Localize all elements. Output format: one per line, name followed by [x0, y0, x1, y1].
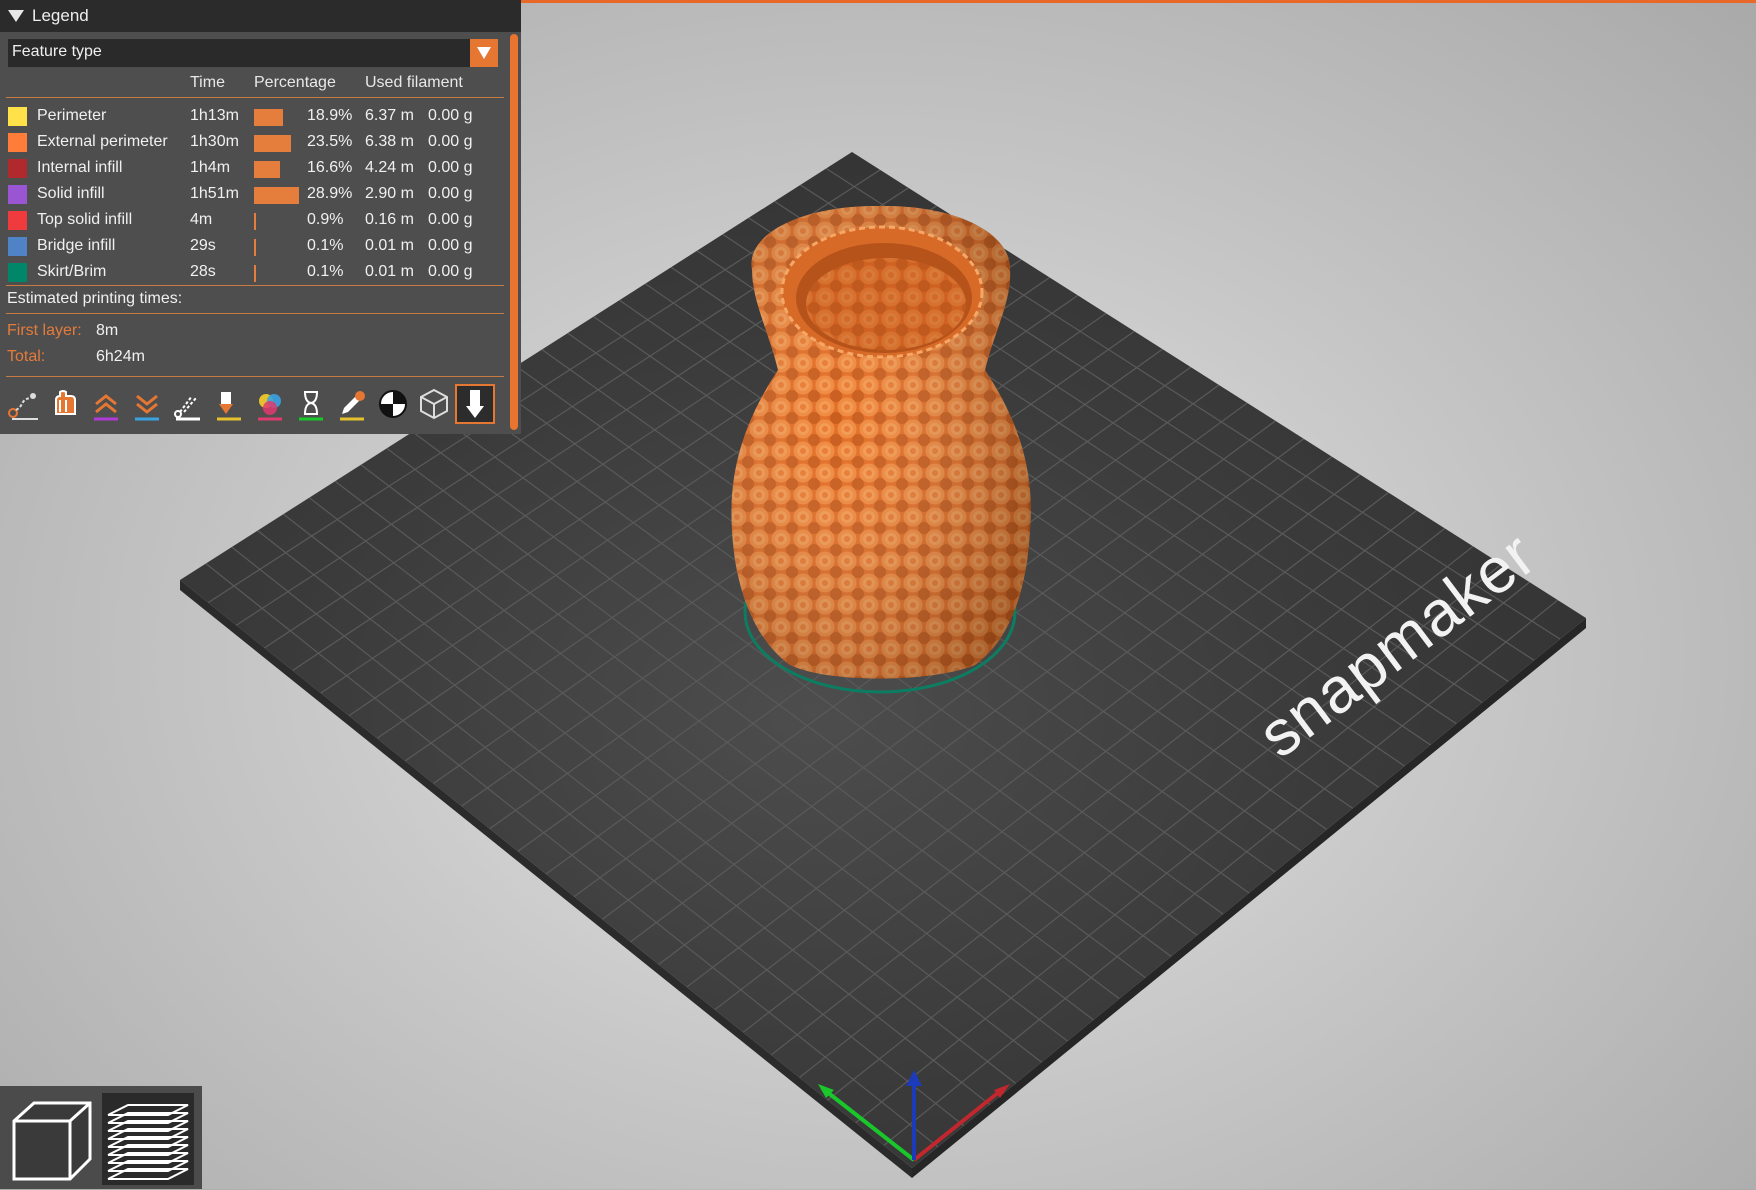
percentage-bar	[254, 213, 256, 230]
first-layer-value: 8m	[96, 322, 119, 339]
feature-percentage: 0.1%	[307, 237, 344, 254]
feature-weight: 0.00 g	[428, 159, 473, 176]
color-swatch	[8, 159, 27, 178]
feature-name: Perimeter	[37, 107, 107, 124]
color-swatch	[8, 133, 27, 152]
color-changes-icon[interactable]	[252, 386, 288, 422]
color-swatch	[8, 211, 27, 230]
feature-length: 0.16 m	[365, 211, 414, 228]
col-header-percentage: Percentage	[254, 74, 336, 91]
percentage-bar	[254, 239, 256, 256]
shells-icon[interactable]	[416, 386, 452, 422]
view-type-value: Feature type	[12, 43, 102, 60]
feature-time: 28s	[190, 263, 216, 280]
feature-length: 6.38 m	[365, 133, 414, 150]
travel-icon[interactable]	[6, 386, 42, 422]
retractions-icon[interactable]	[88, 386, 124, 422]
feature-name: Solid infill	[37, 185, 105, 202]
color-swatch	[8, 107, 27, 126]
divider	[6, 285, 504, 286]
feature-weight: 0.00 g	[428, 263, 473, 280]
col-header-used-filament: Used filament	[365, 74, 463, 91]
custom-gcode-icon[interactable]	[334, 386, 370, 422]
legend-header[interactable]: Legend	[0, 0, 521, 32]
collapse-triangle-icon[interactable]	[8, 10, 24, 22]
feature-name: Skirt/Brim	[37, 263, 107, 280]
first-layer-label: First layer:	[7, 322, 82, 339]
legend-row[interactable]: External perimeter 1h30m 23.5% 6.38 m 0.00 g	[0, 130, 510, 156]
feature-weight: 0.00 g	[428, 237, 473, 254]
feature-length: 2.90 m	[365, 185, 414, 202]
legend-row[interactable]: Bridge infill 29s 0.1% 0.01 m 0.00 g	[0, 234, 510, 260]
feature-time: 4m	[190, 211, 213, 228]
seams-icon[interactable]	[170, 386, 206, 422]
legend-scrollbar[interactable]	[510, 34, 518, 430]
tool-changes-icon[interactable]	[211, 386, 247, 422]
total-value: 6h24m	[96, 348, 145, 365]
legend-row[interactable]: Skirt/Brim 28s 0.1% 0.01 m 0.00 g	[0, 260, 510, 286]
legend-row[interactable]: Internal infill 1h4m 16.6% 4.24 m 0.00 g	[0, 156, 510, 182]
feature-length: 0.01 m	[365, 237, 414, 254]
preview-layers-icon[interactable]	[102, 1093, 194, 1185]
estimated-times-label: Estimated printing times:	[7, 290, 183, 307]
percentage-bar	[254, 187, 299, 204]
feature-name: External perimeter	[37, 133, 168, 150]
feature-name: Internal infill	[37, 159, 123, 176]
dropdown-button[interactable]	[470, 39, 498, 67]
feature-length: 0.01 m	[365, 263, 414, 280]
legend-title: Legend	[32, 6, 89, 25]
feature-length: 4.24 m	[365, 159, 414, 176]
pause-prints-icon[interactable]	[293, 386, 329, 422]
feature-name: Top solid infill	[37, 211, 133, 228]
total-label: Total:	[7, 348, 46, 365]
feature-time: 29s	[190, 237, 216, 254]
vase-model	[731, 205, 1031, 679]
view-type-select[interactable]: Feature type	[8, 39, 498, 67]
color-swatch	[8, 263, 27, 282]
divider	[6, 376, 504, 377]
percentage-bar	[254, 109, 283, 126]
feature-weight: 0.00 g	[428, 133, 473, 150]
feature-name: Bridge infill	[37, 237, 116, 254]
col-header-time: Time	[190, 74, 225, 91]
percentage-bar	[254, 265, 256, 282]
feature-percentage: 0.1%	[307, 263, 344, 280]
wipe-icon[interactable]	[47, 386, 83, 422]
divider	[6, 97, 504, 98]
feature-weight: 0.00 g	[428, 211, 473, 228]
tool-marker-icon[interactable]	[455, 384, 495, 424]
feature-weight: 0.00 g	[428, 107, 473, 124]
color-swatch	[8, 237, 27, 256]
feature-time: 1h13m	[190, 107, 239, 124]
3d-view-icon[interactable]	[4, 1093, 96, 1185]
feature-percentage: 18.9%	[307, 107, 353, 124]
percentage-bar	[254, 161, 280, 178]
color-swatch	[8, 185, 27, 204]
legend-row[interactable]: Perimeter 1h13m 18.9% 6.37 m 0.00 g	[0, 104, 510, 130]
feature-length: 6.37 m	[365, 107, 414, 124]
view-switcher	[0, 1086, 202, 1189]
feature-percentage: 16.6%	[307, 159, 353, 176]
feature-percentage: 23.5%	[307, 133, 353, 150]
feature-time: 1h30m	[190, 133, 239, 150]
chevron-down-icon	[477, 47, 491, 59]
feature-weight: 0.00 g	[428, 185, 473, 202]
deretractions-icon[interactable]	[129, 386, 165, 422]
cog-icon[interactable]	[375, 386, 411, 422]
feature-percentage: 0.9%	[307, 211, 344, 228]
feature-time: 1h4m	[190, 159, 231, 176]
legend-panel: Legend Feature type Time Percentage Used…	[0, 0, 521, 434]
feature-time: 1h51m	[190, 185, 239, 202]
legend-row[interactable]: Solid infill 1h51m 28.9% 2.90 m 0.00 g	[0, 182, 510, 208]
percentage-bar	[254, 135, 291, 152]
feature-percentage: 28.9%	[307, 185, 353, 202]
legend-row[interactable]: Top solid infill 4m 0.9% 0.16 m 0.00 g	[0, 208, 510, 234]
divider	[6, 313, 504, 314]
